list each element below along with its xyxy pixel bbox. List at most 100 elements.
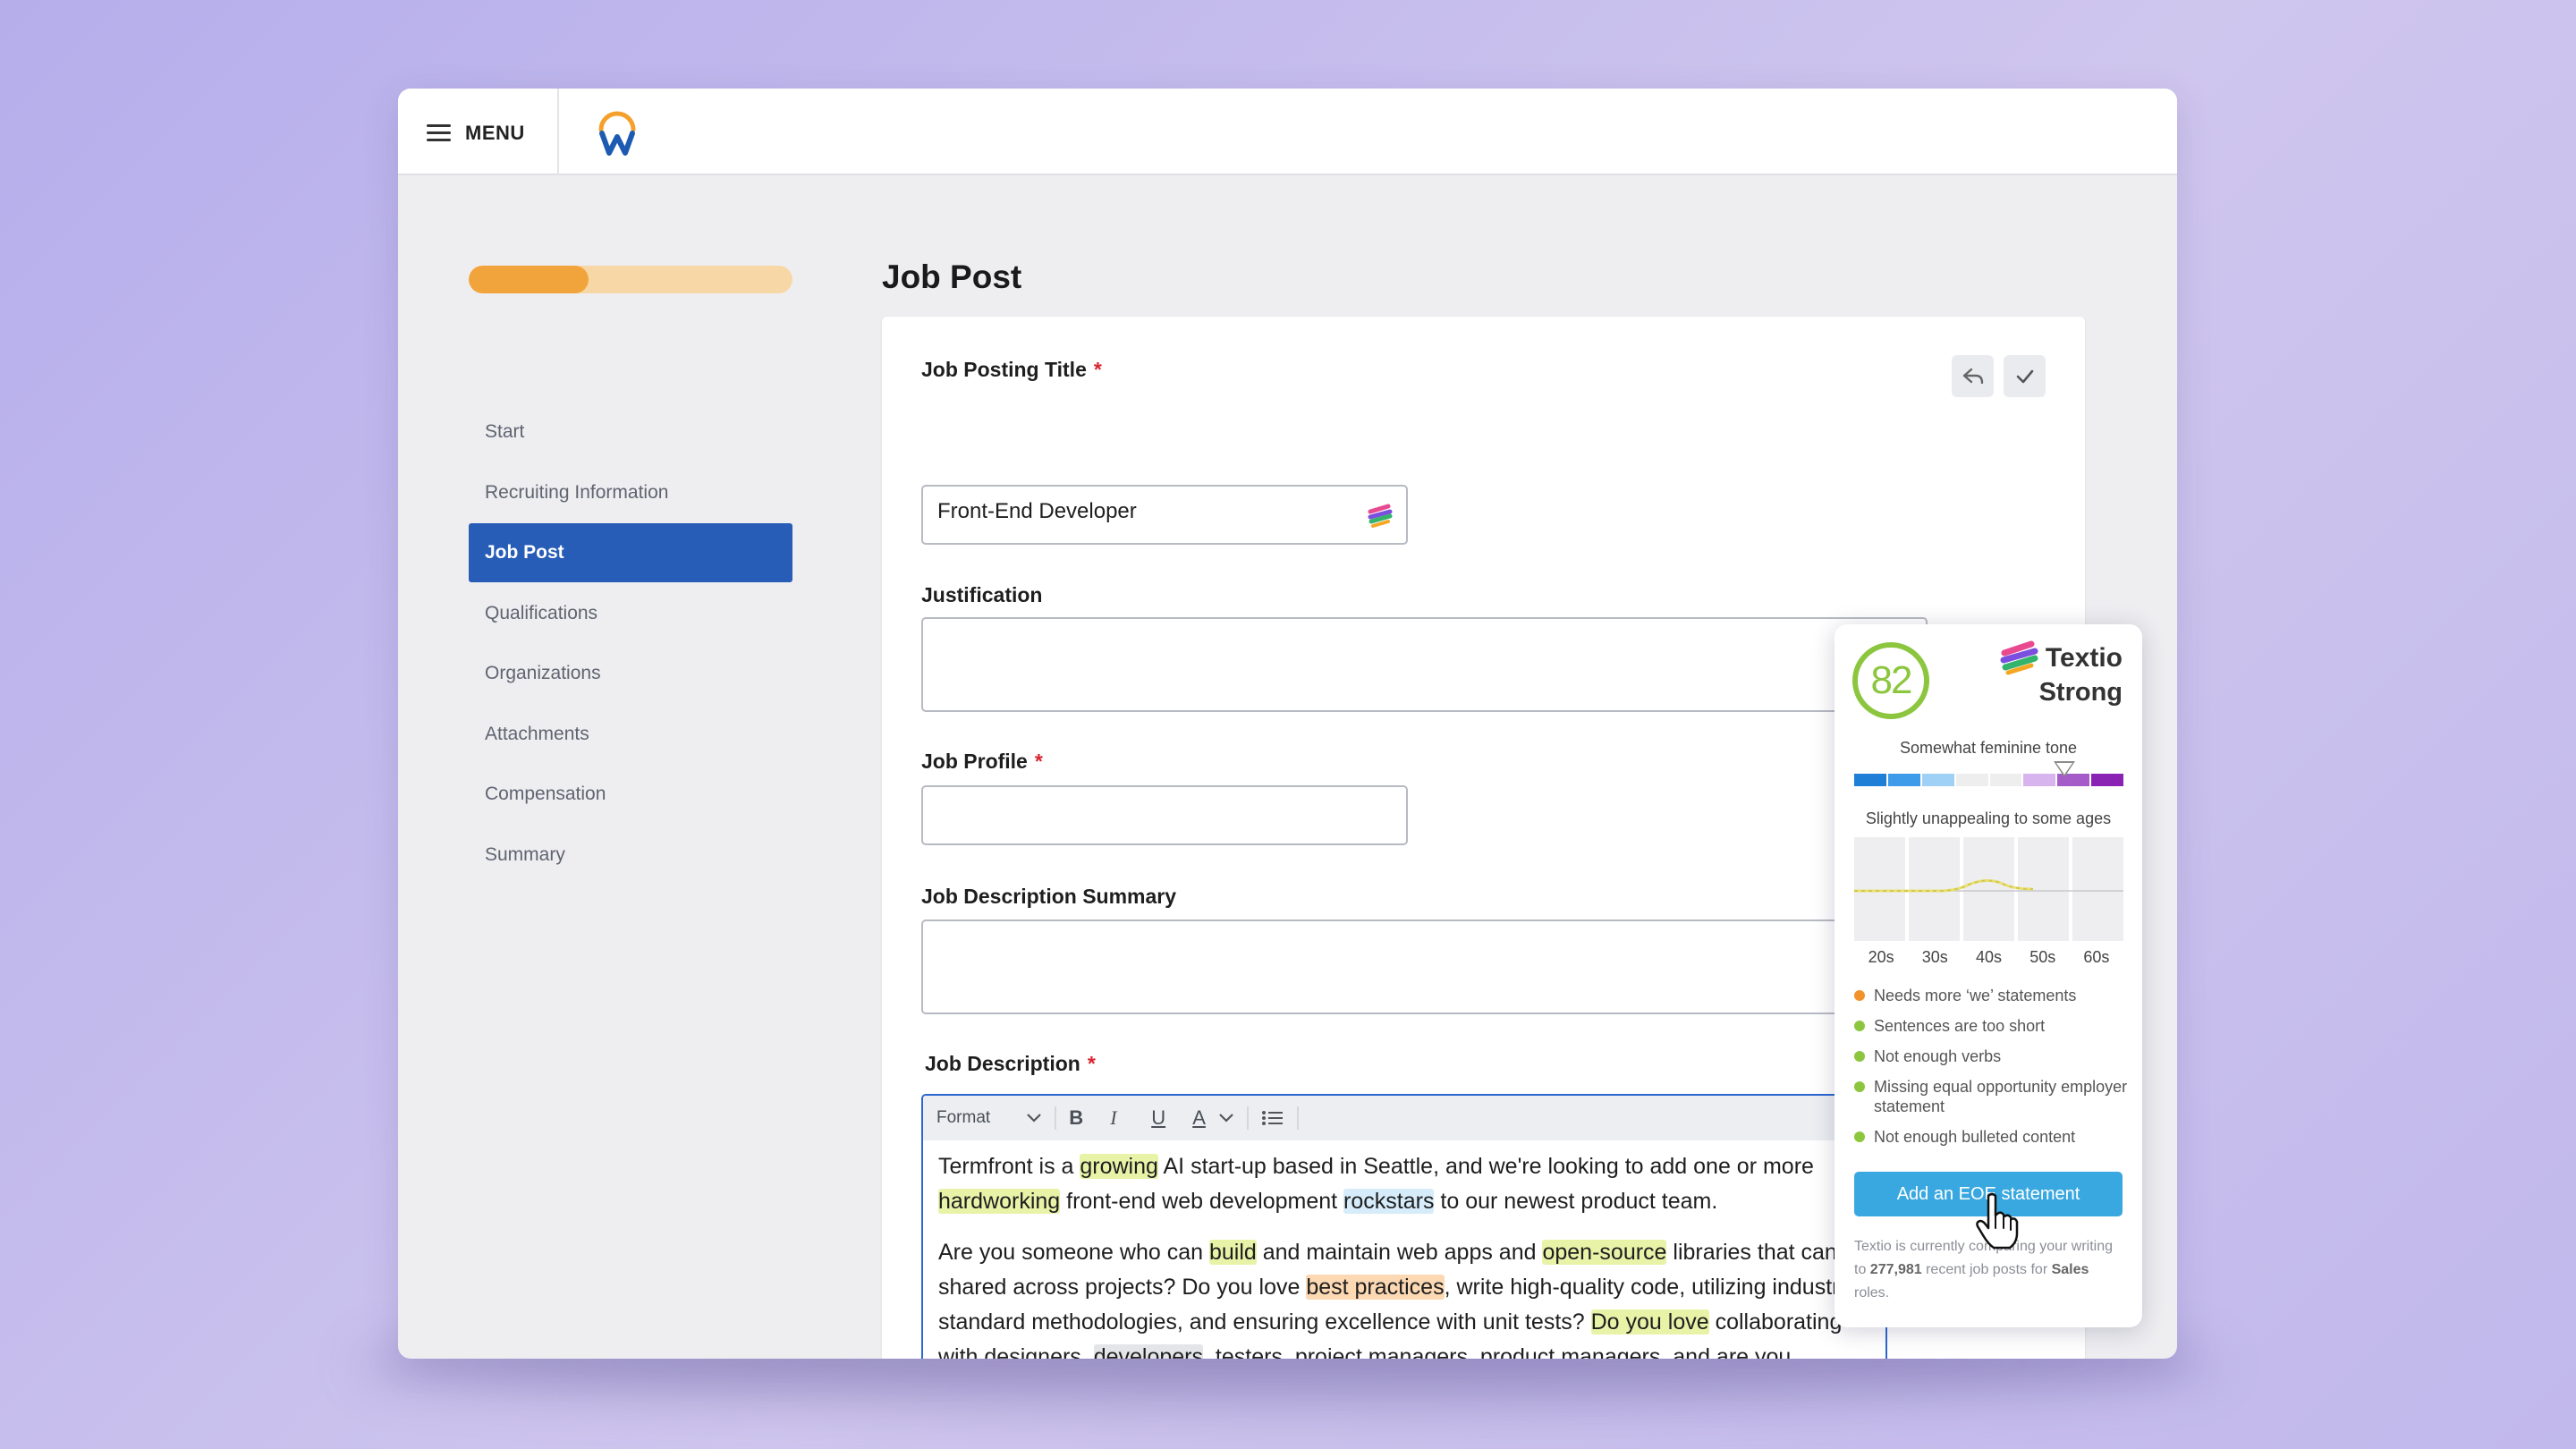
textio-logo-icon[interactable] [1367, 503, 1394, 530]
description-paragraph: Termfront is a growing AI start-up based… [938, 1149, 1885, 1219]
issue-item[interactable]: Not enough verbs [1854, 1046, 2131, 1066]
issue-list: Needs more ‘we’ statements Sentences are … [1854, 986, 2131, 1157]
text-run: shared across projects? Do you love [938, 1275, 1307, 1300]
required-marker: * [1093, 358, 1102, 381]
sidebar-item-summary[interactable]: Summary [469, 826, 792, 885]
job-profile-input[interactable] [921, 785, 1408, 845]
highlighted-phrase[interactable]: rockstars [1343, 1189, 1435, 1214]
age-chart [1854, 837, 2123, 941]
textio-logo-icon [2000, 640, 2038, 675]
job-description-label: Job Description * [925, 1052, 1096, 1075]
score-rating: Strong [2038, 678, 2123, 707]
age-tick-label: 60s [2083, 948, 2110, 966]
issue-text: Missing equal opportunity employer state… [1874, 1078, 2128, 1115]
chevron-down-icon [1219, 1114, 1233, 1123]
font-color-label: A [1192, 1106, 1206, 1129]
sidebar-item-attachments[interactable]: Attachments [469, 705, 792, 764]
issue-item[interactable]: Missing equal opportunity employer state… [1854, 1077, 2131, 1116]
sidebar-item-recruiting-information[interactable]: Recruiting Information [469, 463, 792, 522]
tone-label: Somewhat feminine tone [1899, 739, 2078, 757]
sidebar-item-job-post[interactable]: Job Post [469, 523, 792, 582]
menu-label: MENU [465, 122, 525, 144]
font-color-button[interactable]: A [1192, 1106, 1234, 1130]
text-run: , write high-quality code, utilizing ind… [1444, 1275, 1851, 1300]
justification-input[interactable] [921, 617, 1928, 712]
format-label: Format [936, 1108, 991, 1127]
tone-marker [2053, 761, 2075, 777]
hand-cursor-icon [1976, 1192, 2019, 1250]
highlighted-phrase[interactable]: open-source [1542, 1240, 1667, 1265]
textio-score: 82 [1870, 658, 1913, 702]
highlighted-phrase[interactable]: growing [1080, 1154, 1158, 1179]
tone-segment [1921, 774, 1954, 786]
sidebar-item-start[interactable]: Start [469, 402, 792, 462]
status-dot-icon [1854, 1081, 1865, 1092]
status-dot-icon [1854, 1051, 1865, 1062]
text-run: and maintain web apps and [1256, 1240, 1543, 1265]
undo-button[interactable] [1952, 355, 1994, 397]
tone-meter [1854, 774, 2123, 786]
text-run: front-end web development [1060, 1189, 1344, 1214]
toolbar-divider [1246, 1106, 1249, 1130]
reply-icon [1962, 368, 1983, 384]
text-run: standard methodologies, and ensuring exc… [938, 1309, 1591, 1335]
issue-item[interactable]: Sentences are too short [1854, 1016, 2131, 1036]
sidebar-item-organizations[interactable]: Organizations [469, 644, 792, 703]
highlighted-phrase[interactable]: best practices [1306, 1275, 1445, 1300]
sidebar-item-compensation[interactable]: Compensation [469, 765, 792, 824]
highlighted-phrase[interactable]: hardworking [938, 1189, 1061, 1214]
tone-segment [2091, 774, 2123, 786]
bulleted-list-button[interactable] [1261, 1109, 1284, 1127]
job-posting-title-input[interactable]: Front-End Developer [921, 485, 1408, 545]
job-description-text[interactable]: Termfront is a growing AI start-up based… [938, 1149, 1885, 1359]
required-marker: * [1087, 1052, 1096, 1075]
text-run: with designers, [938, 1344, 1094, 1359]
age-tick-label: 30s [1921, 948, 1948, 966]
age-label: Slightly unappealing to some ages [1865, 809, 2112, 827]
text-run: to our newest product team. [1434, 1189, 1718, 1214]
issue-item[interactable]: Needs more ‘we’ statements [1854, 986, 2131, 1005]
status-dot-icon [1854, 1021, 1865, 1031]
text-run: Are you someone who can [938, 1240, 1209, 1265]
textio-brand: Textio [1999, 640, 2123, 676]
underline-button[interactable]: U [1151, 1106, 1176, 1130]
italic-button[interactable]: I [1110, 1106, 1135, 1130]
age-tick-label: 20s [1868, 948, 1894, 966]
format-dropdown[interactable]: Format [936, 1108, 1042, 1128]
textio-brand-name: Textio [2045, 643, 2123, 673]
justification-label: Justification [921, 583, 1043, 606]
issue-text: Needs more ‘we’ statements [1874, 987, 2077, 1004]
required-marker: * [1034, 750, 1043, 773]
text-run: , testers, project managers, product man… [1203, 1344, 1792, 1359]
issue-text: Not enough verbs [1874, 1047, 2002, 1065]
job-profile-label: Job Profile * [921, 750, 1043, 773]
bulleted-list-icon [1261, 1111, 1283, 1125]
toolbar-divider [1055, 1106, 1057, 1130]
chevron-down-icon [1027, 1114, 1041, 1123]
progress-fill [469, 266, 589, 293]
issue-item[interactable]: Not enough bulleted content [1854, 1127, 2131, 1147]
progress-bar [469, 266, 792, 293]
highlighted-phrase[interactable]: Do you love [1590, 1309, 1709, 1335]
check-icon [2016, 369, 2033, 383]
job-description-editor[interactable]: Format B I U A Termfront is a growing AI… [921, 1094, 1887, 1359]
top-bar: MENU [398, 89, 2177, 175]
sidebar-item-qualifications[interactable]: Qualifications [469, 584, 792, 643]
tone-segment [1955, 774, 1988, 786]
workday-logo-icon[interactable] [590, 106, 644, 158]
job-posting-title-label: Job Posting Title * [921, 358, 1102, 381]
text-run: collaborating [1708, 1309, 1843, 1335]
job-description-summary-label: Job Description Summary [921, 885, 1177, 908]
confirm-button[interactable] [2004, 355, 2046, 397]
issue-text: Sentences are too short [1874, 1017, 2046, 1035]
job-description-summary-input[interactable] [921, 919, 1928, 1014]
highlighted-phrase[interactable]: developers [1093, 1344, 1204, 1359]
bold-button[interactable]: B [1069, 1106, 1094, 1130]
toolbar-divider [1296, 1106, 1299, 1130]
description-paragraph: Are you someone who can build and mainta… [938, 1235, 1885, 1359]
editor-toolbar: Format B I U A [923, 1096, 1885, 1140]
highlighted-phrase[interactable]: build [1208, 1240, 1257, 1265]
issue-text: Not enough bulleted content [1874, 1128, 2076, 1146]
age-tick-label: 50s [2029, 948, 2056, 966]
menu-button[interactable]: MENU [427, 115, 525, 151]
